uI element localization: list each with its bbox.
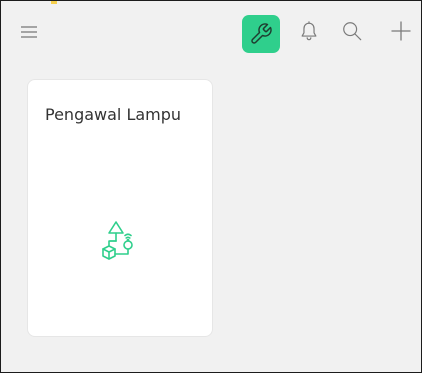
plus-icon bbox=[391, 21, 411, 41]
search-icon bbox=[343, 22, 362, 41]
top-toolbar bbox=[1, 1, 421, 63]
bell-icon bbox=[301, 21, 317, 41]
app-window: Pengawal Lampu bbox=[0, 0, 422, 373]
tools-button[interactable] bbox=[242, 15, 280, 53]
add-button[interactable] bbox=[388, 18, 414, 44]
search-button[interactable] bbox=[339, 18, 365, 44]
menu-button[interactable] bbox=[19, 22, 39, 42]
device-card[interactable]: Pengawal Lampu bbox=[27, 79, 213, 337]
hamburger-menu-icon bbox=[21, 26, 37, 38]
card-title: Pengawal Lampu bbox=[45, 105, 182, 124]
notifications-button[interactable] bbox=[296, 18, 322, 44]
wrench-icon bbox=[251, 23, 272, 44]
flow-diagram-icon bbox=[102, 221, 133, 260]
